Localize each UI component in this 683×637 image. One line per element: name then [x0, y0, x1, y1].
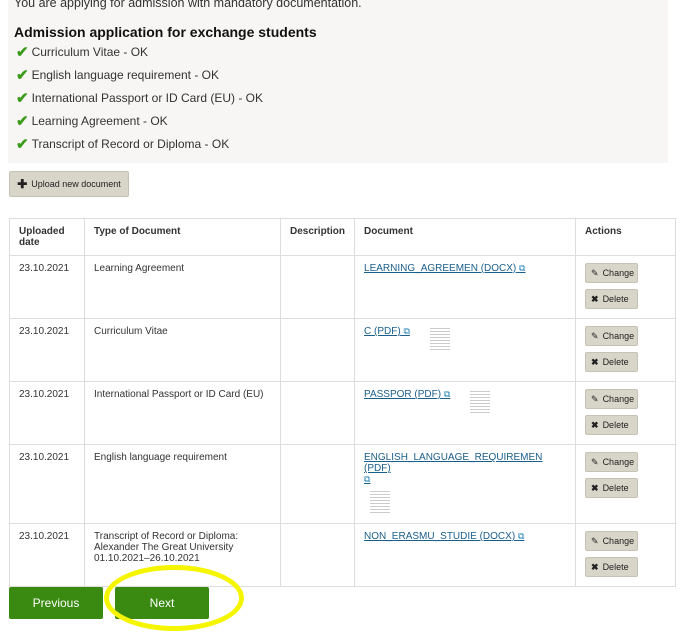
- upload-new-document-button[interactable]: ✚ Upload new document: [9, 171, 129, 197]
- external-link-icon: ⧉: [364, 474, 371, 484]
- description: [279, 444, 356, 524]
- document-thumbnail[interactable]: [429, 326, 450, 350]
- document-cell: PASSPOR (PDF) ⧉: [354, 381, 577, 445]
- uploaded-date: 23.10.2021: [9, 318, 85, 382]
- delete-button[interactable]: ✖ Delete: [585, 478, 639, 498]
- intro-text: You are applying for admission with mand…: [14, 0, 362, 10]
- uploaded-date: 23.10.2021: [9, 381, 85, 445]
- actions-cell: ✎ Change ✖ Delete: [575, 318, 677, 382]
- external-link-icon: ⧉: [517, 531, 525, 541]
- document-thumbnail[interactable]: [470, 389, 491, 413]
- actions-cell: ✎ Change ✖ Delete: [575, 255, 677, 319]
- checkmark-icon: ✔: [16, 44, 29, 61]
- document-type: International Passport or ID Card (EU): [84, 381, 281, 445]
- document-link[interactable]: NON_ERASMU_STUDIE (DOCX) ⧉: [364, 531, 524, 542]
- document-type: English language requirement: [84, 444, 281, 524]
- table-row: 23.10.2021 Curriculum Vitae C (PDF) ⧉ ✎ C…: [9, 318, 677, 382]
- document-link[interactable]: PASSPOR (PDF) ⧉: [364, 389, 450, 400]
- checkmark-icon: ✔: [16, 67, 29, 84]
- documents-table: Uploaded date Type of Document Descripti…: [9, 218, 677, 587]
- section-heading: Admission application for exchange stude…: [14, 24, 317, 40]
- checklist-item: ✔ English language requirement - OK: [16, 67, 220, 84]
- external-link-icon: ⧉: [519, 263, 526, 273]
- checklist-item: ✔ Curriculum Vitae - OK: [16, 44, 149, 61]
- document-type: Learning Agreement: [84, 255, 281, 319]
- uploaded-date: 23.10.2021: [9, 523, 85, 587]
- change-button[interactable]: ✎ Change: [585, 389, 639, 409]
- checklist-item: ✔ Transcript of Record or Diploma - OK: [16, 136, 230, 153]
- delete-button[interactable]: ✖ Delete: [585, 289, 639, 309]
- col-description: Description: [279, 218, 356, 256]
- description: [279, 523, 356, 587]
- change-button[interactable]: ✎ Change: [585, 263, 639, 283]
- pencil-icon: ✎: [591, 330, 599, 341]
- document-link[interactable]: ENGLISH_LANGUAGE_REQUIREMEN (PDF) ⧉: [364, 452, 542, 485]
- document-cell: C (PDF) ⧉: [354, 318, 577, 382]
- table-row: 23.10.2021 Learning Agreement LEARNING_A…: [9, 255, 677, 319]
- x-icon: ✖: [591, 561, 599, 572]
- description: [279, 318, 356, 382]
- document-link[interactable]: LEARNING_AGREEMEN (DOCX) ⧉: [364, 263, 525, 274]
- x-icon: ✖: [591, 356, 599, 367]
- external-link-icon: ⧉: [403, 326, 410, 336]
- actions-cell: ✎ Change ✖ Delete: [575, 444, 677, 524]
- checklist-item: ✔ International Passport or ID Card (EU) …: [16, 90, 263, 107]
- highlight-circle: [104, 565, 244, 631]
- document-cell: NON_ERASMU_STUDIE (DOCX) ⧉: [354, 523, 577, 587]
- actions-cell: ✎ Change ✖ Delete: [575, 523, 677, 587]
- table-row: 23.10.2021 English language requirement …: [9, 444, 677, 524]
- col-document: Document: [354, 218, 577, 256]
- pencil-icon: ✎: [591, 267, 599, 278]
- checkmark-icon: ✔: [16, 90, 29, 107]
- checkmark-icon: ✔: [16, 113, 29, 130]
- checklist-item: ✔ Learning Agreement - OK: [16, 113, 168, 130]
- pencil-icon: ✎: [591, 393, 599, 404]
- col-actions: Actions: [575, 218, 677, 256]
- description: [279, 255, 356, 319]
- uploaded-date: 23.10.2021: [9, 255, 85, 319]
- uploaded-date: 23.10.2021: [9, 444, 85, 524]
- plus-icon: ✚: [17, 177, 28, 191]
- pencil-icon: ✎: [591, 535, 599, 546]
- delete-button[interactable]: ✖ Delete: [585, 557, 639, 577]
- col-uploaded-date: Uploaded date: [9, 218, 85, 256]
- x-icon: ✖: [591, 482, 599, 493]
- pencil-icon: ✎: [591, 456, 599, 467]
- change-button[interactable]: ✎ Change: [585, 326, 639, 346]
- previous-button[interactable]: Previous: [9, 587, 103, 619]
- table-header: Uploaded date Type of Document Descripti…: [9, 218, 677, 256]
- document-type: Curriculum Vitae: [84, 318, 281, 382]
- table-row: 23.10.2021 International Passport or ID …: [9, 381, 677, 445]
- col-type: Type of Document: [84, 218, 281, 256]
- x-icon: ✖: [591, 419, 599, 430]
- change-button[interactable]: ✎ Change: [585, 531, 639, 551]
- change-button[interactable]: ✎ Change: [585, 452, 639, 472]
- delete-button[interactable]: ✖ Delete: [585, 352, 639, 372]
- delete-button[interactable]: ✖ Delete: [585, 415, 639, 435]
- document-link[interactable]: C (PDF) ⧉: [364, 326, 410, 337]
- document-thumbnail[interactable]: [370, 489, 391, 513]
- checkmark-icon: ✔: [16, 136, 29, 153]
- table-row: 23.10.2021 Transcript of Record or Diplo…: [9, 523, 677, 587]
- external-link-icon: ⧉: [443, 389, 451, 399]
- document-cell: LEARNING_AGREEMEN (DOCX) ⧉: [354, 255, 577, 319]
- document-cell: ENGLISH_LANGUAGE_REQUIREMEN (PDF) ⧉: [354, 444, 577, 524]
- x-icon: ✖: [591, 293, 599, 304]
- description: [279, 381, 356, 445]
- actions-cell: ✎ Change ✖ Delete: [575, 381, 677, 445]
